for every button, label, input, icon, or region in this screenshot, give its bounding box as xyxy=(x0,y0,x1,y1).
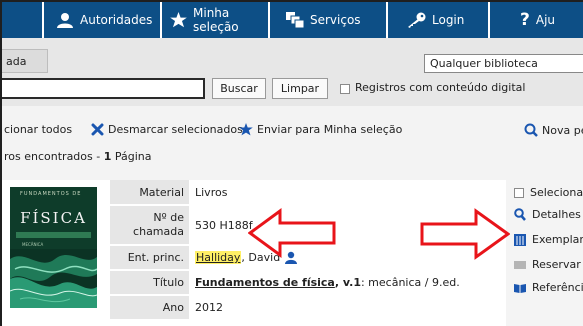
cover-top-text: FUNDAMENTOS DE xyxy=(20,191,82,197)
title-link[interactable]: Fundamentos de física xyxy=(195,276,335,289)
nav-label-servicos: Serviços xyxy=(310,13,361,27)
books-icon xyxy=(514,233,526,246)
copies-label: Exemplares xyxy=(532,233,583,246)
search-strip: ada Qualquer biblioteca Buscar Limpar Re… xyxy=(2,38,583,106)
digital-content-label: Registros com conteúdo digital xyxy=(355,81,526,94)
nav-autoridades[interactable]: Autoridades xyxy=(42,2,160,38)
author-link[interactable]: Halliday xyxy=(195,251,242,264)
nav-label-autoridades: Autoridades xyxy=(80,13,153,27)
title-value: Fundamentos de física, v.1 : mecânica / … xyxy=(189,271,502,294)
digital-content-checkbox[interactable] xyxy=(340,84,350,94)
send-to-selection-link[interactable]: Enviar para Minha seleção xyxy=(239,123,402,136)
book-open-icon xyxy=(514,283,526,293)
field-title: Título Fundamentos de física, v.1 : mecâ… xyxy=(110,271,502,296)
select-record[interactable]: Selecionar xyxy=(514,186,583,199)
star-icon xyxy=(239,123,253,136)
help-icon: ? xyxy=(520,10,530,30)
cover-artwork xyxy=(10,249,97,308)
references-link[interactable]: Referência xyxy=(514,281,583,294)
select-record-checkbox[interactable] xyxy=(514,187,524,198)
services-icon xyxy=(286,12,304,28)
details-link[interactable]: Detalhes xyxy=(514,208,581,221)
reserve-link[interactable]: Reservar xyxy=(514,258,581,271)
results-actions-bar: cionar todos Desmarcar selecionados Envi… xyxy=(2,106,583,180)
record-actions-sidebar: Selecionar Detalhes Exemplares Reservar xyxy=(506,180,583,326)
deselect-link[interactable]: Desmarcar selecionados xyxy=(91,123,243,136)
select-record-label: Selecionar xyxy=(530,186,583,199)
nav-ajuda[interactable]: ? Aju xyxy=(488,2,583,38)
star-icon xyxy=(170,12,187,28)
material-value: Livros xyxy=(195,185,228,199)
year-label: Ano xyxy=(110,296,189,319)
nav-label-ajuda: Aju xyxy=(535,13,556,27)
nav-minha-selecao[interactable]: Minha seleção xyxy=(160,2,268,38)
new-search-link[interactable]: Nova pe xyxy=(524,123,583,137)
search-input[interactable] xyxy=(2,78,205,99)
nav-servicos[interactable]: Serviços xyxy=(268,2,386,38)
book-cover[interactable]: FUNDAMENTOS DE FÍSICA MECÂNICA xyxy=(10,187,97,308)
title-label: Título xyxy=(110,271,189,294)
material-label: Material xyxy=(110,180,189,204)
reserve-label: Reservar xyxy=(532,258,581,271)
send-to-selection-label: Enviar para Minha seleção xyxy=(257,123,403,136)
main-entry-label: Ent. princ. xyxy=(110,246,189,269)
select-all-link[interactable]: cionar todos xyxy=(4,123,72,136)
record-card: FUNDAMENTOS DE FÍSICA MECÂNICA Material … xyxy=(2,180,583,326)
library-select[interactable]: Qualquer biblioteca xyxy=(424,54,583,73)
title-volume: , v.1 xyxy=(334,276,361,289)
year-value: 2012 xyxy=(195,301,223,314)
details-label: Detalhes xyxy=(532,208,581,221)
x-icon xyxy=(91,123,104,136)
cover-author-band xyxy=(16,232,91,238)
pages-label: Página xyxy=(111,150,152,163)
field-material: Material Livros xyxy=(110,180,502,206)
results-count: ros encontrados - 1 Página xyxy=(4,150,152,163)
call-number-label-line1: Nº de xyxy=(153,211,184,224)
copies-link[interactable]: Exemplares xyxy=(514,233,583,246)
references-label: Referência xyxy=(532,281,583,294)
search-tab[interactable]: ada xyxy=(2,49,48,73)
magnifier-icon xyxy=(514,208,526,221)
reserve-icon xyxy=(514,260,526,269)
results-count-prefix: ros encontrados - xyxy=(4,150,104,163)
select-all-label: cionar todos xyxy=(4,123,73,136)
limpar-button[interactable]: Limpar xyxy=(272,78,328,99)
new-search-label: Nova pe xyxy=(542,123,583,137)
deselect-label: Desmarcar selecionados xyxy=(108,123,243,136)
top-nav: Autoridades Minha seleção Serviços Login… xyxy=(2,2,583,38)
call-number-label-line2: chamada xyxy=(133,225,184,238)
field-year: Ano 2012 xyxy=(110,296,502,321)
annotation-arrow-right xyxy=(420,208,510,260)
users-icon xyxy=(57,13,73,28)
magnifier-refresh-icon xyxy=(524,123,538,137)
nav-login[interactable]: Login xyxy=(386,2,488,38)
nav-label-minha-selecao: Minha seleção xyxy=(193,6,239,34)
nav-home[interactable] xyxy=(2,2,42,38)
buscar-button[interactable]: Buscar xyxy=(212,78,266,99)
call-number-label: Nº de chamada xyxy=(110,206,189,244)
key-icon xyxy=(408,12,426,28)
title-rest: : mecânica / 9.ed. xyxy=(360,276,460,289)
cover-subtitle: MECÂNICA xyxy=(22,242,44,247)
annotation-arrow-left xyxy=(248,208,336,258)
cover-title: FÍSICA xyxy=(20,209,87,227)
nav-label-login: Login xyxy=(432,13,465,27)
